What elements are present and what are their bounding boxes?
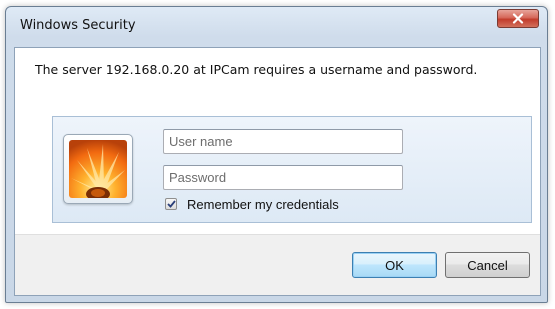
dialog-window: Windows Security The server 192.168.0.20… xyxy=(5,6,548,303)
close-button[interactable] xyxy=(497,9,539,28)
credential-panel: Remember my credentials xyxy=(52,116,532,223)
close-icon xyxy=(512,13,524,24)
user-tile-flower-icon xyxy=(69,140,127,198)
server-message: The server 192.168.0.20 at IPCam require… xyxy=(35,62,478,77)
title-bar[interactable]: Windows Security xyxy=(6,7,547,47)
username-input[interactable] xyxy=(163,129,403,154)
checkmark-icon xyxy=(166,200,176,208)
avatar xyxy=(63,134,133,204)
dialog-content: The server 192.168.0.20 at IPCam require… xyxy=(14,47,541,296)
ok-button[interactable]: OK xyxy=(352,252,437,278)
button-bar: OK Cancel xyxy=(15,234,540,295)
remember-checkbox[interactable] xyxy=(165,198,177,210)
cancel-button[interactable]: Cancel xyxy=(445,252,530,278)
remember-credentials[interactable]: Remember my credentials xyxy=(165,196,339,212)
password-input[interactable] xyxy=(163,165,403,190)
window-title: Windows Security xyxy=(20,18,136,33)
remember-label: Remember my credentials xyxy=(187,196,339,212)
